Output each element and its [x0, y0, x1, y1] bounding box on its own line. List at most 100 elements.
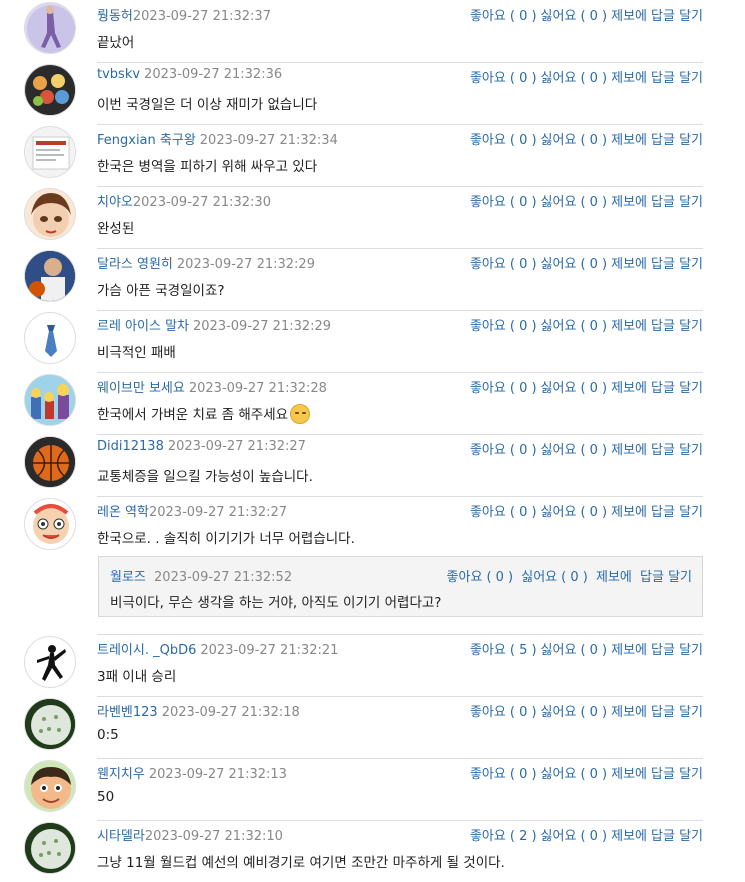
comment-item: 시타델라2023-09-27 21:32:10 좋아요( 2 ) 싫어요( 0 ) 제…: [0, 820, 745, 882]
comment-item: 라벤벤123 2023-09-27 21:32:18 좋아요( 0 ) 싫어요( 0 …: [0, 696, 745, 758]
reply-like-button[interactable]: 좋아요: [447, 570, 483, 585]
reply-button[interactable]: 답글 달기: [651, 319, 703, 334]
like-button[interactable]: 좋아요: [470, 195, 506, 210]
like-count: ( 0 ): [509, 319, 537, 334]
comment-author[interactable]: 르레 아이스 말차: [97, 319, 189, 334]
dislike-count: ( 0 ): [580, 9, 608, 24]
dislike-button[interactable]: 싫어요: [541, 257, 577, 272]
comment-item: 웬지치우 2023-09-27 21:32:13 좋아요( 0 ) 싫어요( 0 ) 제…: [0, 758, 745, 820]
like-button[interactable]: 좋아요: [470, 505, 506, 520]
comment-text: 3패 이내 승리: [97, 669, 177, 685]
report-button[interactable]: 제보에: [611, 9, 647, 24]
dislike-count: ( 0 ): [580, 133, 608, 148]
dislike-button[interactable]: 싫어요: [541, 643, 577, 658]
dislike-button[interactable]: 싫어요: [541, 9, 577, 24]
dislike-count: ( 0 ): [580, 705, 608, 720]
comment-author[interactable]: 웨이브만 보세요: [97, 381, 185, 396]
report-button[interactable]: 제보에: [611, 443, 647, 458]
reply-button[interactable]: 답글 달기: [651, 829, 703, 844]
dislike-count: ( 0 ): [580, 71, 608, 86]
comment-author[interactable]: 레온 역학: [97, 505, 149, 520]
report-button[interactable]: 제보에: [611, 705, 647, 720]
avatar[interactable]: [24, 250, 76, 302]
avatar[interactable]: [24, 698, 76, 750]
comment-item: 레온 역학2023-09-27 21:32:27 좋아요( 0 ) 싫어요( 0 )…: [0, 496, 745, 558]
like-button[interactable]: 좋아요: [470, 133, 506, 148]
comment-text: 0:5: [97, 727, 119, 743]
comment-time: 2023-09-27 21:32:27: [148, 505, 288, 520]
like-button[interactable]: 좋아요: [470, 9, 506, 24]
comment-time: 2023-09-27 21:32:13: [148, 767, 287, 782]
dislike-button[interactable]: 싫어요: [541, 195, 577, 210]
like-count: ( 0 ): [509, 767, 537, 782]
dislike-button[interactable]: 싫어요: [541, 443, 577, 458]
like-button[interactable]: 좋아요: [470, 257, 506, 272]
comment-author[interactable]: tvbskv: [97, 67, 140, 82]
avatar[interactable]: [24, 188, 76, 240]
comment-author[interactable]: 시타델라: [97, 829, 145, 844]
reply-reply-button[interactable]: 답글 달기: [640, 570, 692, 585]
dislike-button[interactable]: 싫어요: [541, 829, 577, 844]
report-button[interactable]: 제보에: [611, 257, 647, 272]
avatar[interactable]: [24, 822, 76, 874]
comment-author[interactable]: Didi12138: [97, 439, 164, 454]
comment-author[interactable]: 웬지치우: [97, 767, 145, 782]
reply-report-button[interactable]: 제보에: [596, 570, 632, 585]
dislike-button[interactable]: 싫어요: [541, 319, 577, 334]
avatar[interactable]: [24, 436, 76, 488]
like-button[interactable]: 좋아요: [470, 443, 506, 458]
like-button[interactable]: 좋아요: [470, 829, 506, 844]
comment-author[interactable]: 뤙동허: [97, 9, 133, 24]
avatar[interactable]: [24, 64, 76, 116]
report-button[interactable]: 제보에: [611, 643, 647, 658]
reply-button[interactable]: 답글 달기: [651, 443, 703, 458]
reply-button[interactable]: 답글 달기: [651, 257, 703, 272]
avatar[interactable]: [24, 2, 76, 54]
reply-button[interactable]: 답글 달기: [651, 381, 703, 396]
dislike-button[interactable]: 싫어요: [541, 381, 577, 396]
report-button[interactable]: 제보에: [611, 71, 647, 86]
reply-button[interactable]: 답글 달기: [651, 9, 703, 24]
smiley-emoji-icon: [290, 404, 311, 424]
report-button[interactable]: 제보에: [611, 829, 647, 844]
comment-author[interactable]: 치야오: [97, 195, 133, 210]
like-button[interactable]: 좋아요: [470, 767, 506, 782]
avatar[interactable]: [24, 760, 76, 812]
avatar[interactable]: [24, 636, 76, 688]
dislike-button[interactable]: 싫어요: [541, 505, 577, 520]
like-button[interactable]: 좋아요: [470, 705, 506, 720]
comment-author[interactable]: 라벤벤123: [97, 705, 158, 720]
dislike-count: ( 0 ): [580, 195, 608, 210]
avatar[interactable]: [24, 374, 76, 426]
dislike-button[interactable]: 싫어요: [541, 133, 577, 148]
dislike-button[interactable]: 싫어요: [541, 705, 577, 720]
comment-author[interactable]: 트레이시. _QbD6: [97, 643, 196, 658]
report-button[interactable]: 제보에: [611, 505, 647, 520]
avatar[interactable]: [24, 498, 76, 550]
like-button[interactable]: 좋아요: [470, 381, 506, 396]
report-button[interactable]: 제보에: [611, 133, 647, 148]
reply-button[interactable]: 답글 달기: [651, 705, 703, 720]
reply-dislike-button[interactable]: 싫어요: [521, 570, 557, 585]
report-button[interactable]: 제보에: [611, 381, 647, 396]
reply-button[interactable]: 답글 달기: [651, 71, 703, 86]
reply-button[interactable]: 답글 달기: [651, 133, 703, 148]
dislike-button[interactable]: 싫어요: [541, 71, 577, 86]
reply-button[interactable]: 답글 달기: [651, 643, 703, 658]
dislike-button[interactable]: 싫어요: [541, 767, 577, 782]
avatar[interactable]: [24, 126, 76, 178]
reply-button[interactable]: 답글 달기: [651, 505, 703, 520]
reply-author[interactable]: 월로즈: [110, 570, 146, 585]
comment-author[interactable]: Fengxian 축구왕: [97, 133, 196, 148]
report-button[interactable]: 제보에: [611, 195, 647, 210]
report-button[interactable]: 제보에: [611, 767, 647, 782]
like-button[interactable]: 좋아요: [470, 319, 506, 334]
like-button[interactable]: 좋아요: [470, 71, 506, 86]
comment-item: 웨이브만 보세요 2023-09-27 21:32:28 좋아요( 0 ) 싫어요( …: [0, 372, 745, 434]
reply-button[interactable]: 답글 달기: [651, 195, 703, 210]
report-button[interactable]: 제보에: [611, 319, 647, 334]
like-button[interactable]: 좋아요: [470, 643, 506, 658]
comment-author[interactable]: 달라스 영원히: [97, 257, 173, 272]
avatar[interactable]: [24, 312, 76, 364]
reply-button[interactable]: 답글 달기: [651, 767, 703, 782]
